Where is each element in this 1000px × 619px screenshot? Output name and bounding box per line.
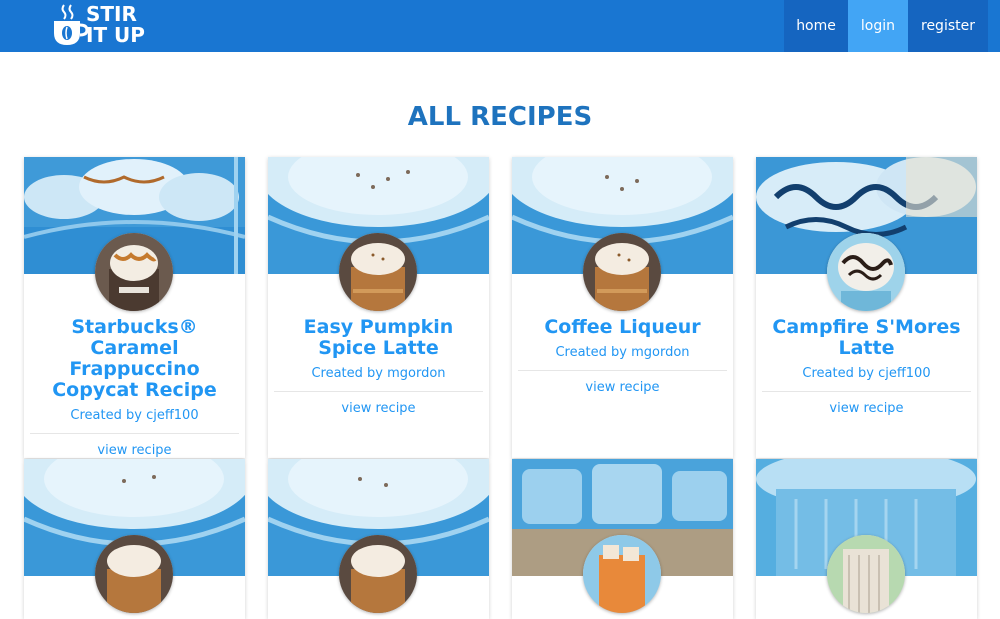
recipe-thumbnail — [339, 233, 417, 311]
recipe-author: Created by cjeff100 — [70, 408, 199, 423]
recipe-thumbnail — [583, 535, 661, 613]
card-divider — [30, 433, 239, 434]
recipe-thumbnail — [339, 535, 417, 613]
recipe-card: Easy Pumpkin Spice Latte Created by mgor… — [268, 157, 489, 458]
recipe-thumbnail — [827, 535, 905, 613]
recipe-card: Campfire S'Mores Latte Created by cjeff1… — [756, 157, 977, 458]
recipe-author: Created by mgordon — [555, 345, 690, 360]
card-divider — [274, 391, 483, 392]
recipe-title[interactable]: Coffee Liqueur — [518, 317, 727, 338]
view-recipe-link[interactable]: view recipe — [268, 400, 489, 418]
recipe-card-body: Campfire S'Mores Latte Created by cjeff1… — [756, 317, 977, 418]
recipe-card: Coffee Liqueur Created by mgordon view r… — [512, 157, 733, 458]
recipe-card-body: Coffee Liqueur Created by mgordon view r… — [512, 317, 733, 397]
recipe-thumbnail — [95, 535, 173, 613]
recipe-thumbnail — [827, 233, 905, 311]
recipe-card-body: Starbucks® Caramel Frappuccino Copycat R… — [24, 317, 245, 460]
recipe-thumbnail — [95, 233, 173, 311]
recipe-title[interactable]: Starbucks® Caramel Frappuccino Copycat R… — [30, 317, 239, 401]
recipe-card — [756, 459, 977, 619]
recipe-author: Created by cjeff100 — [802, 366, 931, 381]
recipe-card: Starbucks® Caramel Frappuccino Copycat R… — [24, 157, 245, 458]
card-divider — [762, 391, 971, 392]
recipe-title[interactable]: Campfire S'Mores Latte — [762, 317, 971, 359]
recipe-title[interactable]: Easy Pumpkin Spice Latte — [274, 317, 483, 359]
recipe-author: Created by mgordon — [311, 366, 446, 381]
recipe-card — [512, 459, 733, 619]
recipe-card — [24, 459, 245, 619]
view-recipe-link[interactable]: view recipe — [24, 442, 245, 460]
recipe-grid: Starbucks® Caramel Frappuccino Copycat R… — [0, 0, 1000, 619]
recipe-thumbnail — [583, 233, 661, 311]
card-divider — [518, 370, 727, 371]
recipe-card-body: Easy Pumpkin Spice Latte Created by mgor… — [268, 317, 489, 418]
view-recipe-link[interactable]: view recipe — [512, 379, 733, 397]
view-recipe-link[interactable]: view recipe — [756, 400, 977, 418]
recipe-card — [268, 459, 489, 619]
